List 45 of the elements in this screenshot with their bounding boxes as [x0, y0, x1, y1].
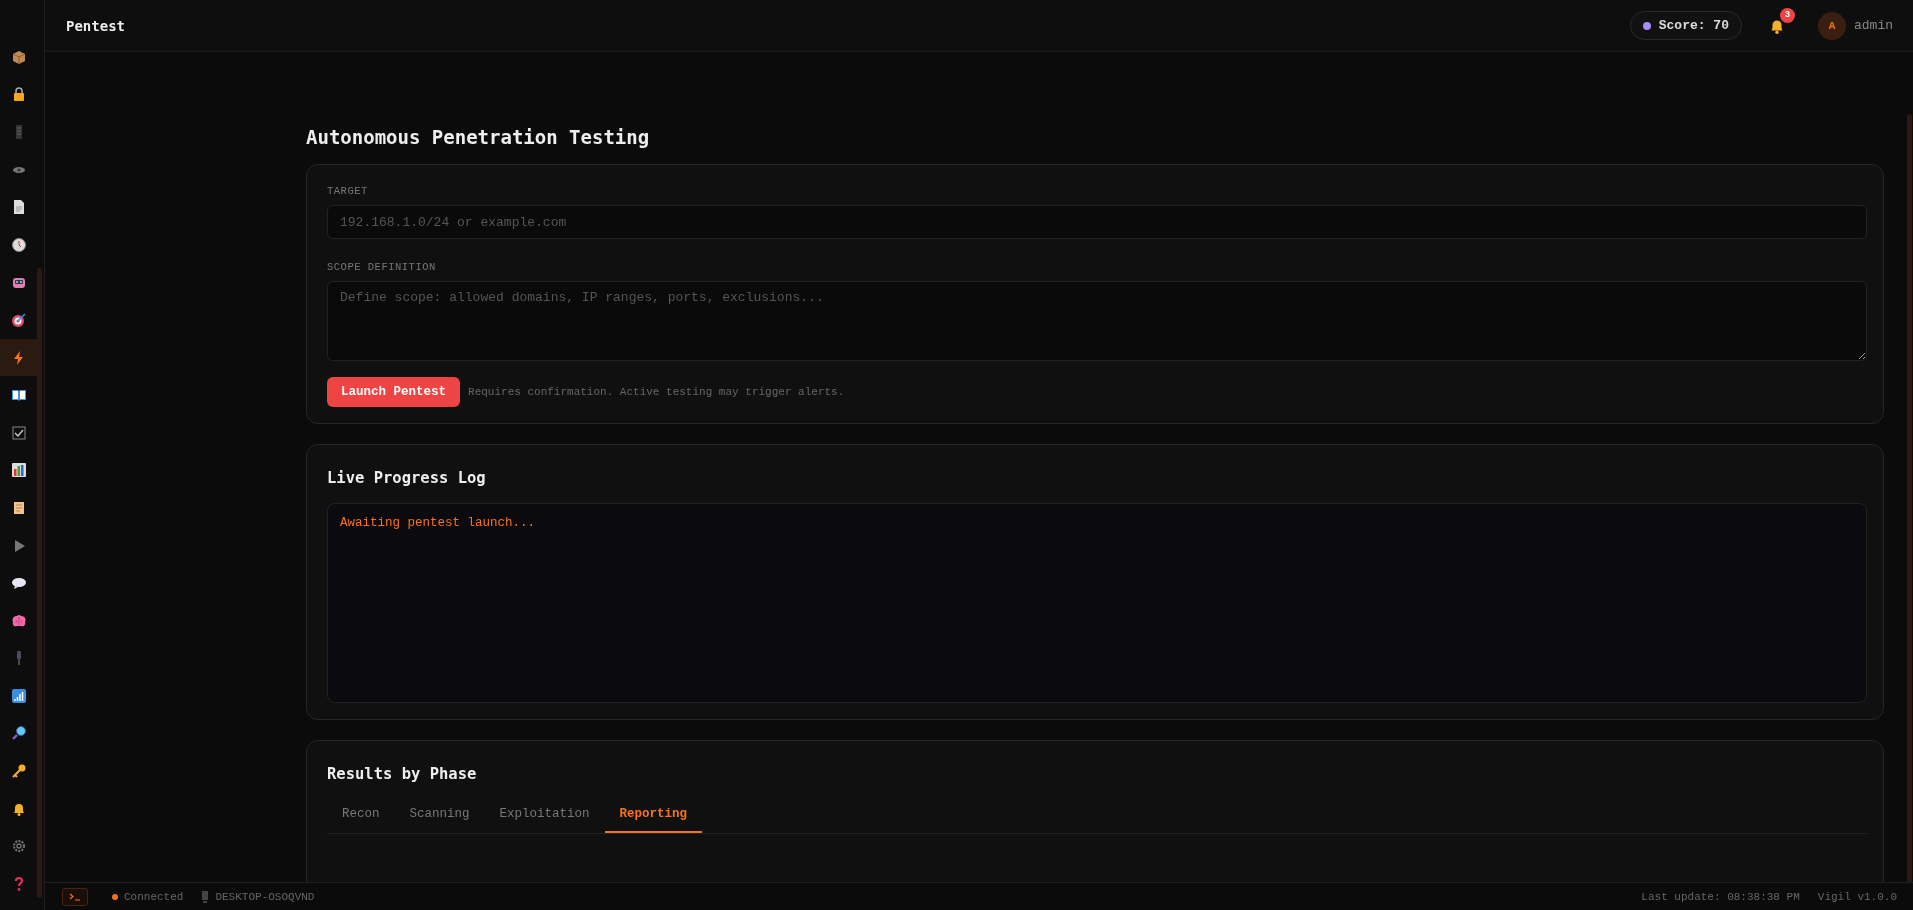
- log-line: Awaiting pentest launch...: [340, 516, 537, 530]
- settings-icon: [11, 838, 27, 855]
- phase-tab[interactable]: Scanning: [394, 799, 485, 833]
- phase-tab[interactable]: Exploitation: [484, 799, 605, 833]
- card-title: Live Progress Log: [327, 469, 487, 487]
- scroll-icon: [11, 499, 27, 516]
- field-label: TARGET: [327, 185, 369, 197]
- bar-chart-icon: [11, 462, 27, 479]
- connection-status: Connected: [124, 890, 184, 903]
- warning-note: Requires confirmation. Active testing may trigger alerts.: [468, 386, 845, 398]
- brain-icon: [11, 612, 27, 629]
- status-dot: [112, 893, 118, 900]
- card-title: Results by Phase: [327, 765, 478, 783]
- signal-bars-icon: [11, 687, 27, 704]
- document-icon: [11, 199, 27, 216]
- lock-icon: [11, 86, 27, 103]
- magnifier-icon: [11, 725, 27, 742]
- username: admin: [1854, 18, 1893, 33]
- scrollbar[interactable]: [1907, 114, 1912, 882]
- page-title: Pentest: [66, 17, 125, 34]
- page-heading: Autonomous Penetration Testing: [306, 126, 651, 148]
- checkbox-icon: [11, 424, 27, 441]
- terminal-button[interactable]: [62, 887, 88, 906]
- phase-tab[interactable]: Reporting: [604, 799, 703, 833]
- last-update: Last update: 08:38:38 PM: [1641, 890, 1800, 903]
- key-icon: [11, 763, 27, 780]
- field-label: SCOPE DEFINITION: [327, 261, 437, 273]
- box-icon: [11, 48, 27, 65]
- clock-icon: [11, 236, 27, 253]
- notification-badge: 3: [1780, 7, 1795, 23]
- target-icon: [11, 311, 27, 328]
- host-name: DESKTOP-OSOQVND: [215, 890, 315, 903]
- score-text: Score: 70: [1658, 18, 1729, 33]
- speech-bubble-icon: [11, 575, 27, 592]
- avatar[interactable]: A: [1818, 11, 1846, 40]
- scope-field[interactable]: Define scope: allowed domains, IP ranges, ports, exclusions...: [327, 281, 1867, 361]
- score-dot: [1642, 21, 1651, 30]
- scrollbar[interactable]: [37, 268, 42, 898]
- computer-icon: [201, 890, 210, 903]
- target-field[interactable]: 192.168.1.0/24 or example.com: [327, 205, 1867, 239]
- phase-tab[interactable]: Recon: [327, 799, 395, 833]
- version: Vigil v1.0.0: [1817, 890, 1897, 903]
- terminal-icon: [69, 892, 81, 901]
- launch-button[interactable]: Launch Pentest: [327, 377, 461, 407]
- book-icon: [11, 387, 27, 404]
